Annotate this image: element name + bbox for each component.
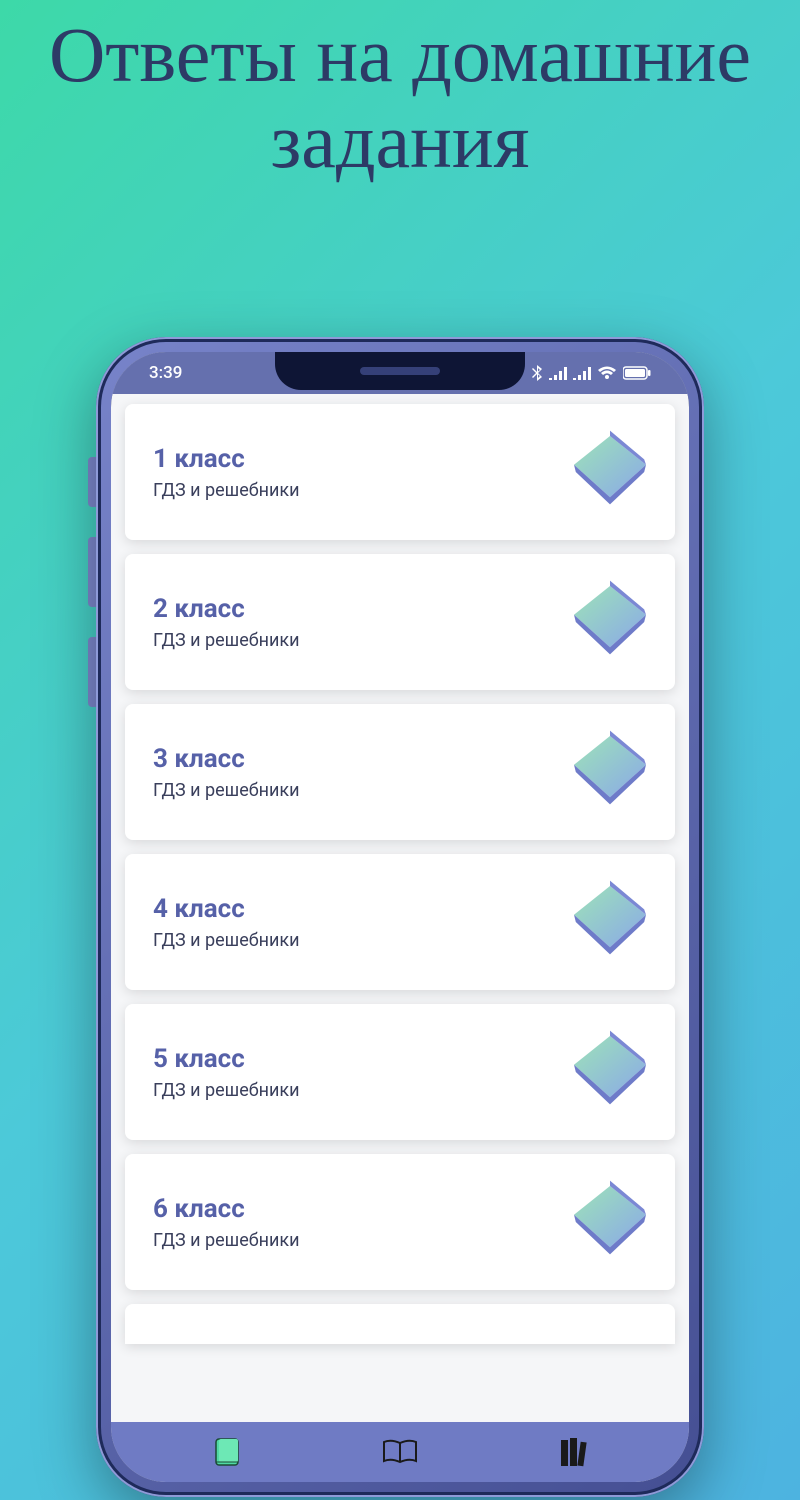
wifi-icon <box>597 366 617 381</box>
signal-icon <box>549 366 567 380</box>
card-subtitle: ГДЗ и решебники <box>153 780 299 801</box>
book-icon <box>565 427 655 517</box>
phone-volume-up-button <box>88 537 96 607</box>
book-icon <box>565 1027 655 1117</box>
grade-card-partial[interactable] <box>125 1304 675 1344</box>
status-time: 3:39 <box>141 363 182 383</box>
phone-notch <box>275 352 525 390</box>
nav-tab-library[interactable] <box>379 1431 421 1473</box>
book-icon <box>565 577 655 667</box>
status-icons <box>531 365 659 381</box>
book-icon <box>565 727 655 817</box>
phone-side-button <box>88 457 96 507</box>
card-subtitle: ГДЗ и решебники <box>153 480 299 501</box>
grade-card[interactable]: 5 класс ГДЗ и решебники <box>125 1004 675 1140</box>
card-title: 3 класс <box>153 744 299 774</box>
phone-mockup: 3:39 1 класс ГДЗ и решебники <box>96 337 704 1497</box>
battery-icon <box>623 366 651 380</box>
card-title: 4 класс <box>153 894 299 924</box>
book-closed-icon <box>210 1435 244 1469</box>
phone-screen: 3:39 1 класс ГДЗ и решебники <box>111 352 689 1482</box>
signal-icon <box>573 366 591 380</box>
nav-tab-home[interactable] <box>206 1431 248 1473</box>
book-icon <box>565 1177 655 1267</box>
card-title: 1 класс <box>153 444 299 474</box>
page-headline: Ответы на домашние задания <box>0 0 800 184</box>
phone-volume-down-button <box>88 637 96 707</box>
nav-tab-books[interactable] <box>552 1431 594 1473</box>
book-icon <box>565 877 655 967</box>
content-area[interactable]: 1 класс ГДЗ и решебники 2 класс <box>111 394 689 1422</box>
bluetooth-icon <box>531 365 543 381</box>
card-subtitle: ГДЗ и решебники <box>153 1080 299 1101</box>
books-icon <box>558 1436 588 1468</box>
grade-card[interactable]: 3 класс ГДЗ и решебники <box>125 704 675 840</box>
grade-card[interactable]: 6 класс ГДЗ и решебники <box>125 1154 675 1290</box>
book-open-icon <box>381 1437 419 1467</box>
grade-list: 1 класс ГДЗ и решебники 2 класс <box>125 404 675 1344</box>
phone-speaker <box>360 367 440 375</box>
card-title: 5 класс <box>153 1044 299 1074</box>
card-subtitle: ГДЗ и решебники <box>153 1230 299 1251</box>
card-subtitle: ГДЗ и решебники <box>153 930 299 951</box>
bottom-nav <box>111 1422 689 1482</box>
phone-frame: 3:39 1 класс ГДЗ и решебники <box>96 337 704 1497</box>
grade-card[interactable]: 1 класс ГДЗ и решебники <box>125 404 675 540</box>
card-title: 6 класс <box>153 1194 299 1224</box>
card-subtitle: ГДЗ и решебники <box>153 630 299 651</box>
grade-card[interactable]: 4 класс ГДЗ и решебники <box>125 854 675 990</box>
card-title: 2 класс <box>153 594 299 624</box>
grade-card[interactable]: 2 класс ГДЗ и решебники <box>125 554 675 690</box>
